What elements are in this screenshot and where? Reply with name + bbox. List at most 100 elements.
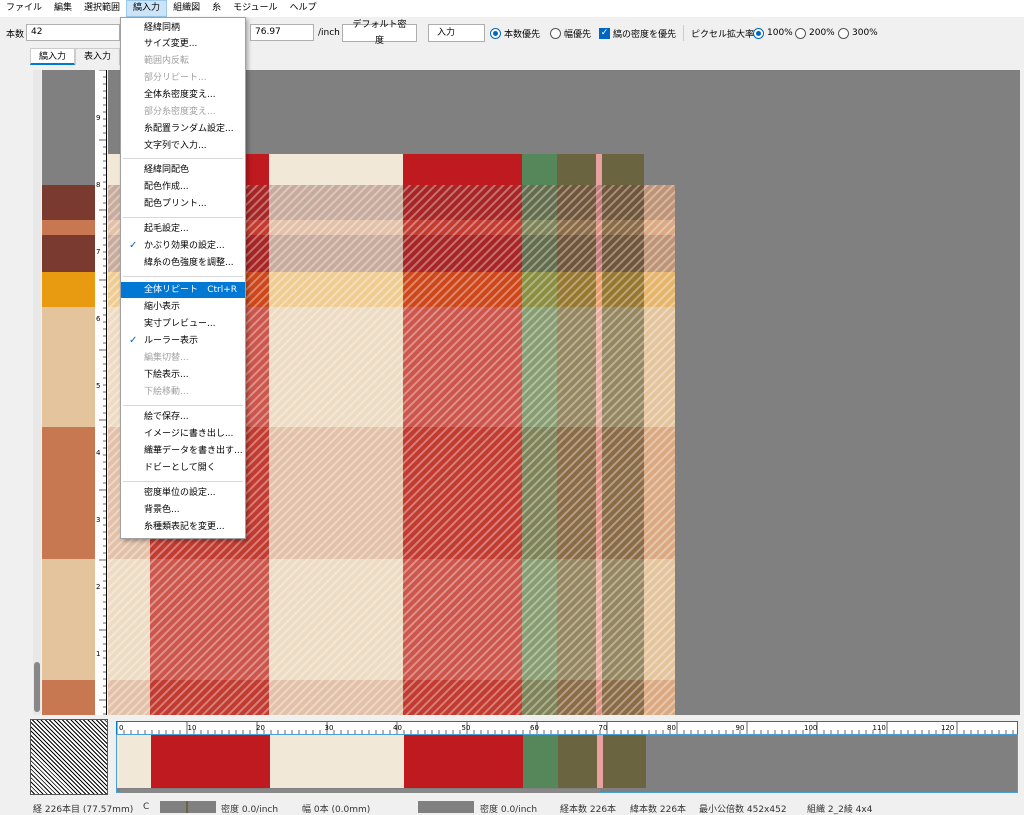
stripe-density-priority-checkbox[interactable]: ✓ 縞の密度を優先 [599, 24, 676, 42]
radio-on-icon [490, 27, 501, 39]
menu-separator [123, 405, 243, 406]
count-priority-radio[interactable]: 本数優先 [490, 24, 540, 42]
plaid-cell [522, 427, 557, 559]
zoom-200-label: 200% [809, 28, 835, 38]
warp-stripe-strip[interactable] [116, 734, 1018, 793]
default-density-button[interactable]: デフォルト密度 [342, 20, 417, 46]
menu-item[interactable]: 起毛設定... [121, 221, 245, 237]
plaid-cell [403, 680, 522, 715]
menu-item[interactable]: 文字列で入力... [121, 138, 245, 154]
menu-item[interactable]: 実寸プレビュー... [121, 316, 245, 332]
menu-selection[interactable]: 選択範囲 [78, 0, 126, 17]
plaid-cell [608, 272, 644, 307]
vertical-scrollbar[interactable] [33, 70, 41, 715]
plaid-cell [602, 220, 608, 235]
menu-item[interactable]: 全体糸密度変え... [121, 87, 245, 103]
ruler-label: 80 [667, 724, 676, 732]
menu-separator [123, 217, 243, 218]
menu-item-label: 密度単位の設定... [144, 488, 216, 498]
menu-item[interactable]: 全体リピート Ctrl+R [121, 282, 245, 298]
menu-weave-diagram[interactable]: 組織図 [167, 0, 206, 17]
weft-stripe [42, 427, 95, 559]
ruler-label: 70 [599, 724, 608, 732]
menu-item[interactable]: ✓ かぶり効果の設定... [121, 238, 245, 254]
menu-help[interactable]: ヘルプ [283, 0, 322, 17]
menu-item-label: 織華データを書き出す... [144, 446, 243, 456]
plaid-cell [557, 680, 596, 715]
menu-stripe-input[interactable]: 縞入力 [126, 0, 168, 17]
tab-table-input[interactable]: 表入力 [75, 48, 121, 65]
menu-item-label: 経緯同配色 [144, 165, 190, 175]
input-tabs: 縞入力 表入力 [30, 48, 121, 65]
warp-top-stripe [596, 154, 602, 185]
menu-item[interactable]: 緯糸の色強度を調整... [121, 255, 245, 271]
zoom-200-radio[interactable]: 200% [795, 24, 835, 42]
menu-item[interactable]: イメージに書き出し... [121, 426, 245, 442]
warp-top-stripe [269, 154, 403, 185]
menu-item[interactable]: 縮小表示 [121, 299, 245, 315]
radio-off-icon [838, 27, 849, 39]
plaid-cell [608, 307, 644, 427]
warp-stripe [404, 735, 523, 788]
menu-item-label: 縮小表示 [144, 302, 181, 312]
toolbar-separator [683, 25, 684, 41]
plaid-cell [608, 680, 644, 715]
plaid-cell [596, 559, 602, 680]
menu-item[interactable]: サイズ変更... [121, 36, 245, 52]
menu-thread[interactable]: 糸 [206, 0, 227, 17]
warp-top-stripe [608, 154, 644, 185]
tab-stripe-input[interactable]: 縞入力 [30, 48, 76, 65]
zoom-100-radio[interactable]: 100% [753, 24, 793, 42]
menu-item[interactable]: 絵で保存... [121, 409, 245, 425]
plaid-cell [596, 680, 602, 715]
plaid-cell [557, 559, 596, 680]
menu-item-label: 緯糸の色強度を調整... [144, 258, 234, 268]
horizontal-scrollbar[interactable] [120, 789, 600, 793]
menu-item[interactable]: 経緯同配色 [121, 162, 245, 178]
menu-item-label: イメージに書き出し... [144, 429, 234, 439]
menu-file[interactable]: ファイル [0, 0, 48, 17]
menu-item[interactable]: 配色プリント... [121, 196, 245, 212]
menu-item-label: 背景色... [144, 505, 180, 515]
color-swatch-1 [160, 801, 216, 813]
weft-stripe [42, 559, 95, 680]
menu-item[interactable]: 織華データを書き出す... [121, 443, 245, 459]
menu-item[interactable]: 経緯同柄 [121, 20, 245, 36]
plaid-cell [269, 680, 403, 715]
input-button[interactable]: 入力 [428, 24, 485, 42]
count-input[interactable]: 42 [26, 24, 120, 41]
menu-bar: ファイル 編集 選択範囲 縞入力 組織図糸モジュール ヘルプ [0, 0, 1024, 17]
zoom-300-radio[interactable]: 300% [838, 24, 878, 42]
scroll-thumb[interactable] [34, 662, 40, 712]
menu-item[interactable]: 下絵表示... [121, 367, 245, 383]
menu-item[interactable]: 背景色... [121, 502, 245, 518]
width-priority-radio[interactable]: 幅優先 [550, 24, 591, 42]
plaid-cell [557, 185, 596, 220]
menu-module[interactable]: モジュール [227, 0, 283, 17]
menu-item-label: 配色プリント... [144, 199, 207, 209]
menu-item[interactable]: ✓ ルーラー表示 [121, 333, 245, 349]
plaid-cell [644, 680, 675, 715]
ruler-label: 100 [804, 724, 817, 732]
plaid-cell [522, 220, 557, 235]
density-input[interactable]: 76.97 [250, 24, 314, 41]
plaid-cell [557, 235, 596, 272]
zoom-100-label: 100% [767, 28, 793, 38]
stripe-density-priority-label: 縞の密度を優先 [613, 29, 677, 40]
vertical-ruler-ticks: 9876543210 [96, 69, 107, 725]
status-weft-total: 緯本数 226本 [630, 805, 687, 815]
plaid-cell [608, 235, 644, 272]
plaid-cell [269, 220, 403, 235]
plaid-cell [269, 235, 403, 272]
weave-pattern-thumbnail[interactable] [30, 719, 108, 795]
menu-item[interactable]: 糸種類表記を変更... [121, 519, 245, 535]
menu-item[interactable]: 密度単位の設定... [121, 485, 245, 501]
menu-edit[interactable]: 編集 [48, 0, 78, 17]
count-priority-label: 本数優先 [504, 29, 541, 40]
warp-stripe-colors [117, 735, 646, 788]
plaid-cell [108, 559, 150, 680]
menu-item[interactable]: ドビーとして開く [121, 460, 245, 476]
menu-item[interactable]: 糸配置ランダム設定... [121, 121, 245, 137]
menu-item-label: 全体リピート [144, 285, 199, 295]
menu-item[interactable]: 配色作成... [121, 179, 245, 195]
